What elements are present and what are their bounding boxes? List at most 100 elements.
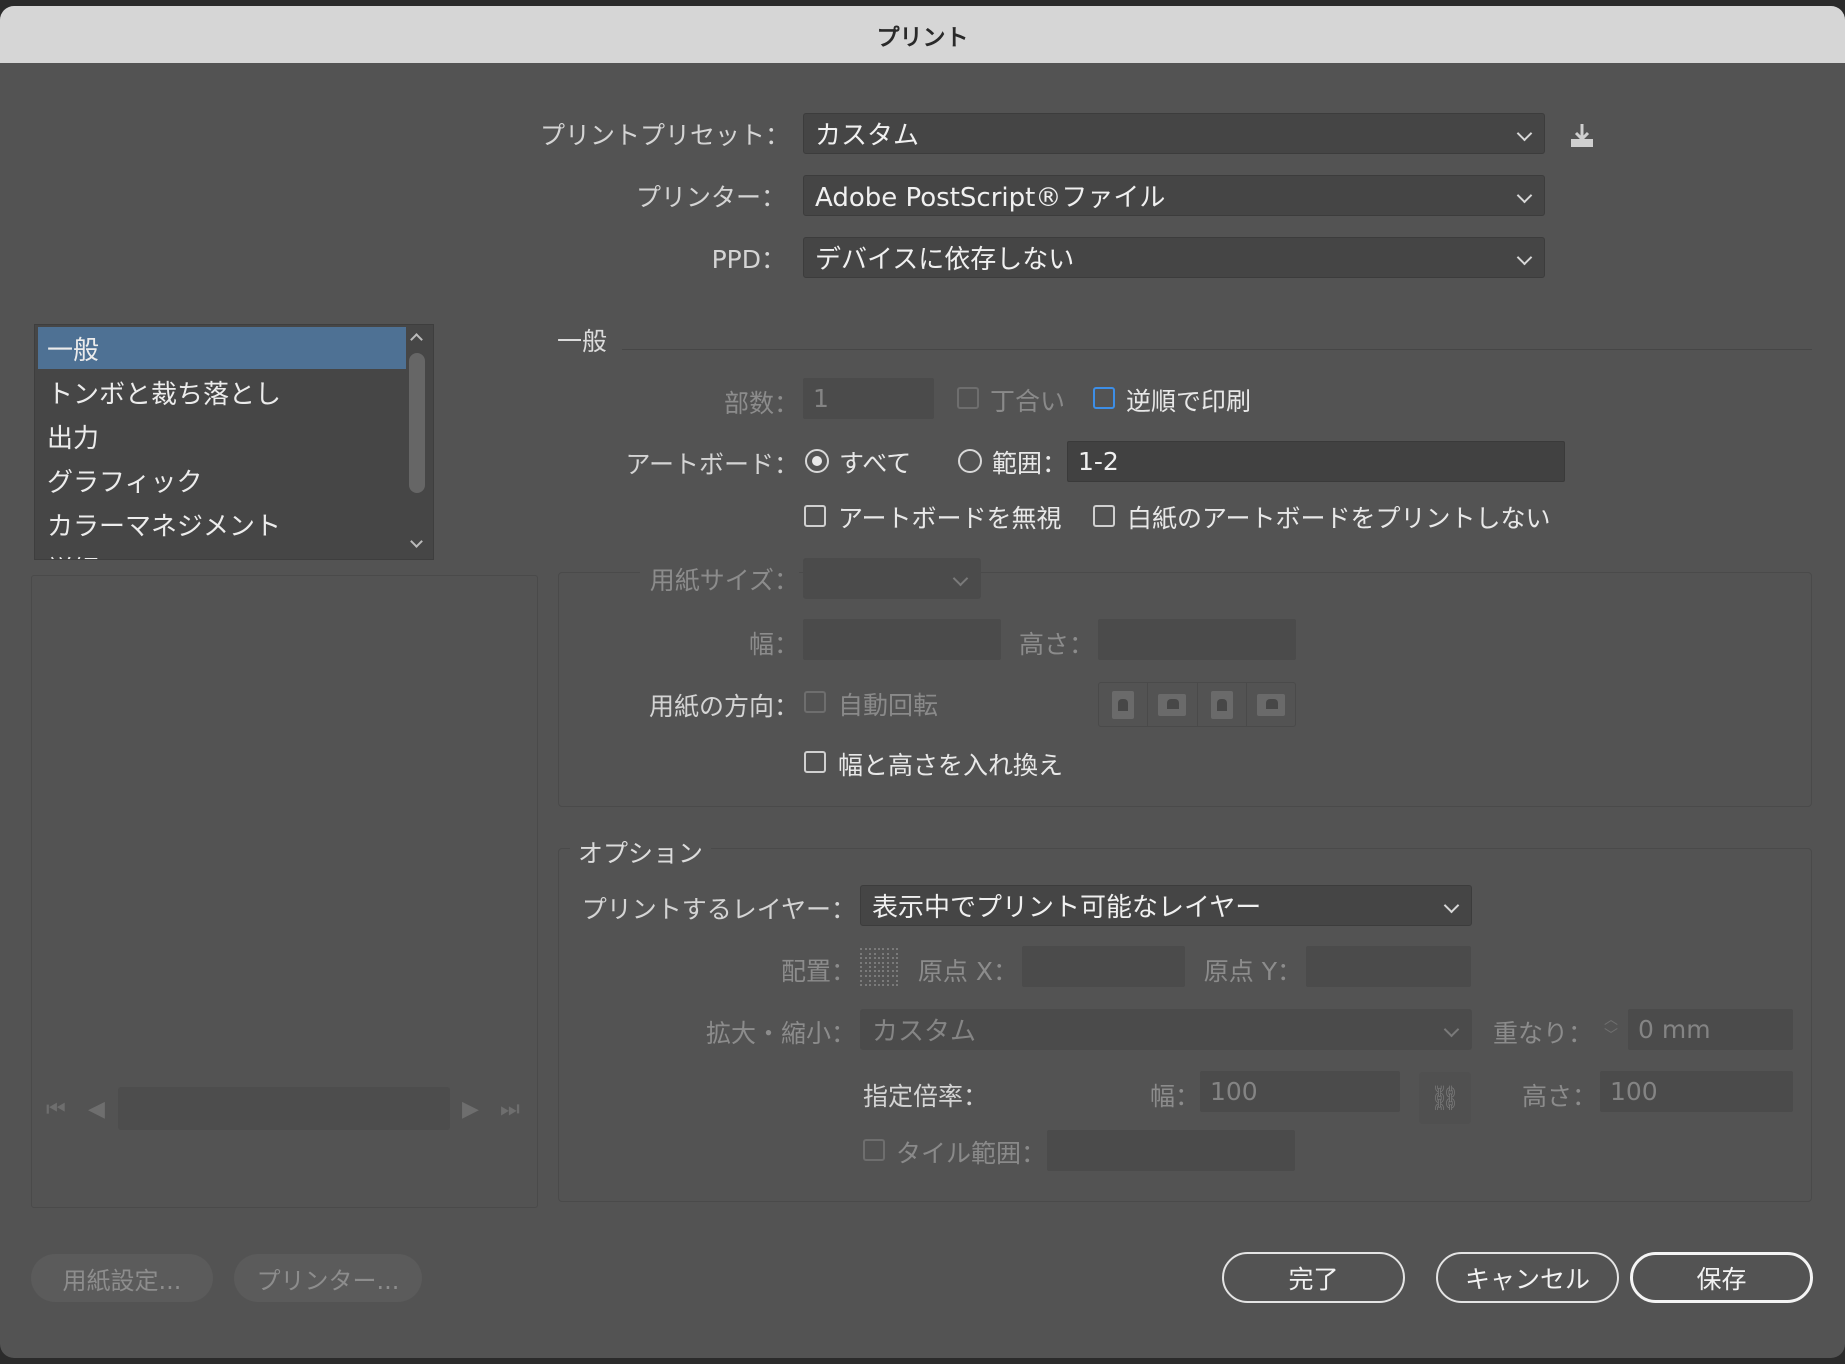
custom-scale-label: 指定倍率： [862, 1082, 988, 1111]
preset-label: プリントプリセット： [540, 121, 791, 150]
category-list[interactable]: 一般 トンボと裁ち落とし 出力 グラフィック カラーマネジメント 詳細 [34, 324, 434, 560]
chevron-up-icon[interactable] [410, 333, 423, 346]
sidebar-item-marks-bleed[interactable]: トンボと裁ち落とし [38, 371, 406, 413]
artboard-all-radio[interactable] [805, 449, 829, 473]
save-button[interactable]: 保存 [1630, 1252, 1813, 1303]
chevron-down-icon [1516, 187, 1533, 204]
artboard-range-radio[interactable] [958, 449, 982, 473]
page-navigator[interactable] [118, 1087, 450, 1130]
auto-rotate-checkbox[interactable] [804, 691, 826, 713]
sidebar-item-output[interactable]: 出力 [38, 415, 406, 457]
print-layers-value: 表示中でプリント可能なレイヤー [872, 893, 1262, 923]
done-button[interactable]: 完了 [1222, 1252, 1405, 1303]
tile-range-input[interactable] [1047, 1130, 1295, 1171]
ppd-dropdown[interactable]: デバイスに依存しない [803, 237, 1545, 278]
landscape-button[interactable] [1148, 683, 1198, 726]
collate-checkbox[interactable] [957, 387, 979, 409]
chevron-down-icon [1516, 249, 1533, 266]
download-preset-icon[interactable] [1567, 121, 1597, 151]
printer-value: Adobe PostScript®ファイル [815, 183, 1166, 213]
origin-y-input[interactable] [1306, 946, 1471, 987]
landscape-icon [1158, 693, 1187, 716]
print-dialog: プリント プリントプリセット： カスタム プリンター： Adobe PostSc… [0, 6, 1845, 1358]
overlap-input[interactable]: 0 mm [1628, 1009, 1793, 1050]
portrait-icon [1112, 690, 1135, 719]
cancel-button[interactable]: キャンセル [1436, 1252, 1619, 1303]
dialog-title: プリント [0, 6, 1845, 63]
page-setup-button[interactable]: 用紙設定... [31, 1254, 213, 1302]
overlap-label: 重なり： [1492, 1019, 1593, 1048]
portrait-button[interactable] [1099, 683, 1149, 726]
ppd-label: PPD： [711, 245, 786, 274]
placement-label: 配置： [780, 957, 856, 986]
placement-grid-icon[interactable] [860, 948, 898, 986]
transverse-checkbox[interactable] [804, 751, 826, 773]
reverse-order-label: 逆順で印刷 [1126, 387, 1252, 416]
chevron-down-icon [952, 570, 969, 587]
print-layers-label: プリントするレイヤー： [581, 895, 856, 924]
landscape-flipped-icon [1256, 693, 1285, 716]
options-section-title: オプション [570, 834, 712, 870]
sidebar-item-color-management[interactable]: カラーマネジメント [38, 503, 406, 545]
scale-width-label: 幅： [1149, 1082, 1200, 1111]
origin-x-input[interactable] [1022, 946, 1185, 987]
ignore-artboards-checkbox[interactable] [804, 505, 826, 527]
width-input[interactable] [803, 619, 1001, 660]
link-icon[interactable]: ⛓ [1419, 1072, 1471, 1124]
copies-input[interactable]: 1 [803, 378, 934, 419]
skip-blank-artboards-label: 白紙のアートボードをプリントしない [1127, 504, 1551, 533]
list-scrollbar[interactable] [407, 325, 431, 559]
sidebar-item-general[interactable]: 一般 [38, 327, 406, 369]
chevron-down-icon[interactable] [410, 535, 423, 548]
tile-range-label: タイル範囲： [896, 1139, 1047, 1168]
prev-page-icon[interactable]: ◀ [88, 1097, 105, 1122]
height-label: 高さ： [1018, 630, 1094, 659]
portrait-flipped-button[interactable] [1198, 683, 1247, 726]
width-label: 幅： [748, 630, 799, 659]
artboard-all-label: すべて [839, 449, 912, 478]
collate-label: 丁合い [990, 387, 1066, 416]
scaling-dropdown[interactable]: カスタム [860, 1009, 1472, 1050]
height-input[interactable] [1098, 619, 1296, 660]
media-size-label: 用紙サイズ： [640, 561, 799, 597]
range-input[interactable]: 1-2 [1067, 441, 1565, 482]
chevron-down-icon [1516, 125, 1533, 142]
preset-dropdown[interactable]: カスタム [803, 113, 1545, 154]
portrait-flipped-icon [1210, 690, 1233, 719]
origin-y-label: 原点 Y： [1203, 957, 1302, 986]
chevron-down-icon [1443, 897, 1460, 914]
ignore-artboards-label: アートボードを無視 [838, 504, 1062, 533]
scale-width-input[interactable]: 100 [1200, 1071, 1400, 1112]
copies-label: 部数： [723, 389, 799, 418]
orientation-label: 用紙の方向： [648, 692, 799, 721]
scaling-label: 拡大・縮小： [705, 1019, 856, 1048]
last-page-icon[interactable]: ⏭ [500, 1097, 520, 1122]
origin-x-label: 原点 X： [917, 957, 1018, 986]
artboard-label: アートボード： [625, 450, 799, 479]
sidebar-item-advanced[interactable]: 詳細 [38, 547, 406, 560]
next-page-icon[interactable]: ▶ [462, 1097, 479, 1122]
auto-rotate-label: 自動回転 [838, 691, 939, 720]
media-size-dropdown[interactable] [803, 558, 981, 599]
scaling-value: カスタム [872, 1017, 977, 1047]
chevron-down-icon [1443, 1021, 1460, 1038]
landscape-flipped-button[interactable] [1247, 683, 1295, 726]
scale-height-label: 高さ： [1521, 1082, 1597, 1111]
sidebar-item-graphics[interactable]: グラフィック [38, 459, 406, 501]
tile-range-checkbox[interactable] [863, 1139, 885, 1161]
reverse-order-checkbox[interactable] [1093, 387, 1115, 409]
preset-value: カスタム [815, 121, 920, 151]
scrollbar-thumb[interactable] [409, 353, 425, 493]
skip-blank-artboards-checkbox[interactable] [1093, 505, 1115, 527]
printer-label: プリンター： [635, 183, 786, 212]
print-layers-dropdown[interactable]: 表示中でプリント可能なレイヤー [860, 885, 1472, 926]
transverse-label: 幅と高さを入れ換え [838, 751, 1064, 780]
first-page-icon[interactable]: ⏮ [46, 1097, 66, 1122]
ppd-value: デバイスに依存しない [815, 245, 1075, 275]
general-section-title: 一般 [557, 327, 608, 356]
overlap-stepper[interactable]: ︿ ﹀ [1597, 1012, 1625, 1048]
orientation-buttons [1098, 682, 1296, 727]
printer-dropdown[interactable]: Adobe PostScript®ファイル [803, 175, 1545, 216]
printer-setup-button[interactable]: プリンター... [234, 1254, 422, 1302]
scale-height-input[interactable]: 100 [1600, 1071, 1793, 1112]
